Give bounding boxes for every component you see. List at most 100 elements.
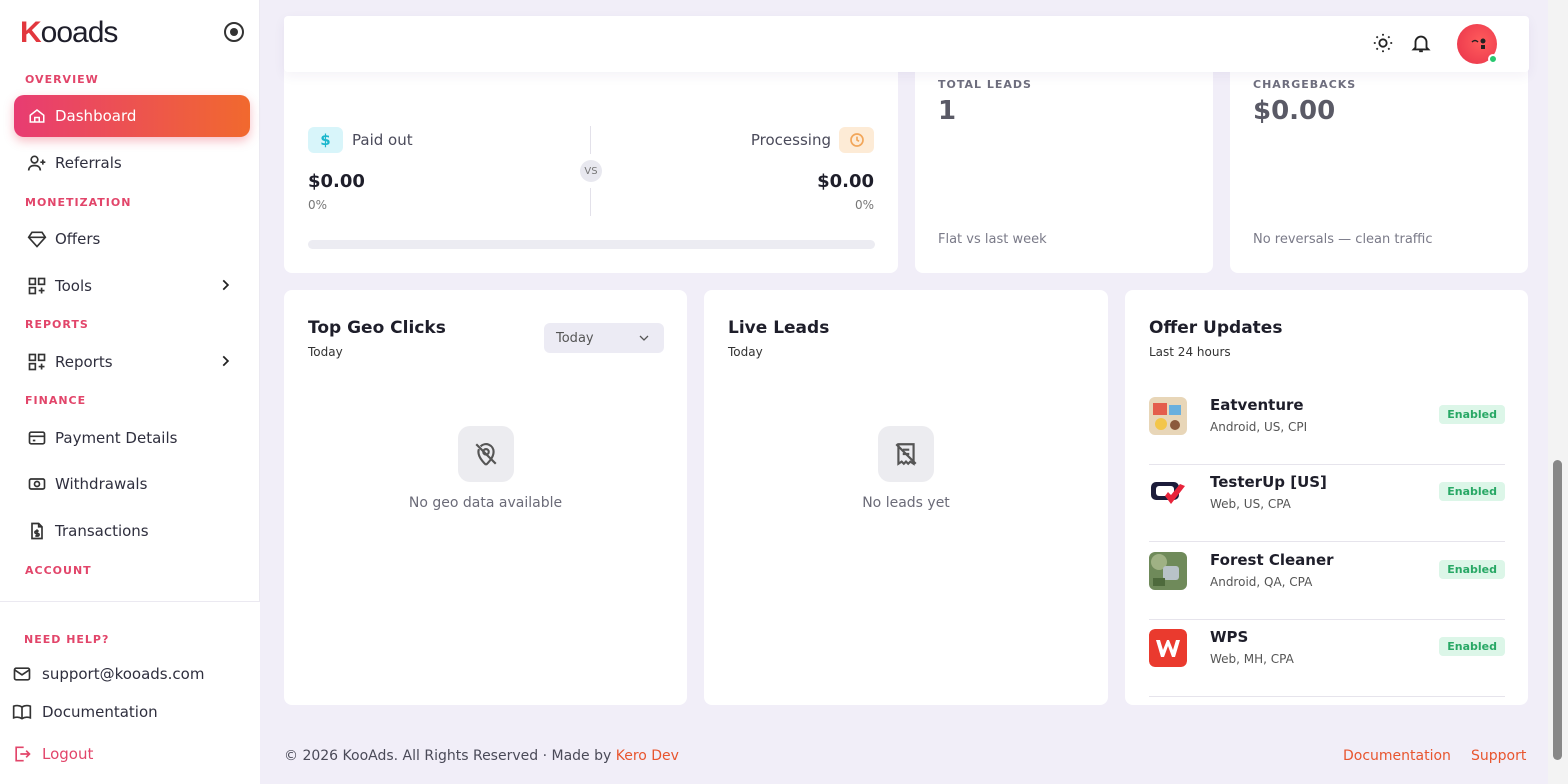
- sidebar-item-label: Withdrawals: [55, 475, 148, 493]
- logout-button[interactable]: Logout: [12, 744, 93, 764]
- paid-out-label: Paid out: [352, 131, 413, 149]
- processing-label: Processing: [750, 131, 831, 149]
- credit-card-icon: [26, 427, 48, 449]
- processing-amount: $0.00: [817, 171, 874, 192]
- sidebar-toggle-button[interactable]: [224, 22, 244, 42]
- avatar-face-icon: [1471, 38, 1486, 49]
- offer-name: Forest Cleaner: [1210, 551, 1334, 569]
- help-label: NEED HELP?: [24, 633, 110, 646]
- theme-toggle-button[interactable]: [1372, 32, 1396, 56]
- chargebacks-label: CHARGEBACKS: [1253, 78, 1357, 91]
- map-pin-off-icon: [458, 426, 514, 482]
- status-badge: Enabled: [1439, 405, 1505, 424]
- live-subtitle: Today: [728, 345, 763, 359]
- section-overview: OVERVIEW: [25, 73, 99, 86]
- diamond-icon: [26, 228, 48, 250]
- chargebacks-card: CHARGEBACKS $0.00 No reversals — clean t…: [1230, 48, 1528, 273]
- offer-row[interactable]: Eatventure Android, US, CPI Enabled: [1149, 388, 1505, 465]
- chevron-right-icon: [218, 278, 232, 296]
- cash-icon: [26, 473, 48, 495]
- notifications-button[interactable]: [1410, 32, 1434, 56]
- logo-k: K: [20, 16, 42, 49]
- geo-title: Top Geo Clicks: [308, 318, 446, 338]
- documentation-label: Documentation: [42, 703, 158, 721]
- user-plus-icon: [26, 152, 48, 174]
- offer-name: TesterUp [US]: [1210, 473, 1327, 491]
- sidebar-item-label: Referrals: [55, 154, 122, 172]
- offer-row[interactable]: TesterUp [US] Web, US, CPA Enabled: [1149, 465, 1505, 542]
- file-dollar-icon: [26, 520, 48, 542]
- book-icon: [12, 702, 34, 722]
- paid-out-amount: $0.00: [308, 171, 365, 192]
- offer-row[interactable]: WPS Web, MH, CPA Enabled: [1149, 620, 1505, 697]
- offers-title: Offer Updates: [1149, 318, 1283, 338]
- offer-name: Eatventure: [1210, 396, 1304, 414]
- section-reports: REPORTS: [25, 318, 89, 331]
- avatar[interactable]: [1457, 24, 1498, 64]
- offer-updates-card: Offer Updates Last 24 hours Eatventure A…: [1125, 290, 1528, 705]
- geo-period-value: Today: [556, 330, 594, 346]
- sidebar-item-withdrawals[interactable]: Withdrawals: [14, 463, 250, 505]
- apps-icon: [26, 351, 48, 373]
- total-leads-label: TOTAL LEADS: [938, 78, 1032, 91]
- payout-progress-bar: [308, 240, 875, 249]
- chargebacks-note: No reversals — clean traffic: [1253, 232, 1433, 247]
- sun-icon: [1373, 33, 1393, 53]
- section-monetization: MONETIZATION: [25, 196, 132, 209]
- top-geo-card: Top Geo Clicks Today Today No geo data a…: [284, 290, 687, 705]
- offer-name: WPS: [1210, 628, 1249, 646]
- offers-subtitle: Last 24 hours: [1149, 345, 1231, 359]
- support-email-link[interactable]: support@kooads.com: [12, 664, 204, 684]
- sidebar-item-referrals[interactable]: Referrals: [14, 142, 250, 184]
- footer-copyright: © 2026 KooAds. All Rights Reserved · Mad…: [284, 748, 679, 764]
- eatventure-thumbnail: [1149, 397, 1187, 435]
- sidebar-item-label: Reports: [55, 353, 113, 371]
- sidebar-item-reports[interactable]: Reports: [14, 341, 250, 383]
- mail-icon: [12, 664, 34, 684]
- geo-period-select[interactable]: Today: [544, 323, 664, 353]
- logo-text: ooads: [40, 16, 119, 49]
- live-leads-card: Live Leads Today No leads yet: [704, 290, 1108, 705]
- sidebar-item-tools[interactable]: Tools: [14, 265, 250, 307]
- testerup-thumbnail: [1149, 474, 1187, 512]
- sidebar: Kooads OVERVIEW Dashboard Referrals MONE…: [0, 0, 260, 784]
- vs-badge: VS: [580, 160, 602, 182]
- sidebar-item-label: Tools: [55, 277, 92, 295]
- divider: [590, 126, 591, 154]
- geo-empty-text: No geo data available: [408, 495, 563, 511]
- sidebar-item-transactions[interactable]: Transactions: [14, 510, 250, 552]
- live-title: Live Leads: [728, 318, 830, 338]
- sidebar-item-dashboard[interactable]: Dashboard: [14, 95, 250, 137]
- divider: [590, 188, 591, 216]
- paid-out-pct: 0%: [308, 198, 328, 212]
- sidebar-item-label: Offers: [55, 230, 101, 248]
- kooads-logo[interactable]: Kooads: [20, 16, 119, 50]
- footer-documentation-link[interactable]: Documentation: [1343, 748, 1451, 764]
- documentation-link[interactable]: Documentation: [12, 702, 158, 722]
- offer-meta: Android, US, CPI: [1210, 420, 1308, 434]
- logout-icon: [12, 744, 34, 764]
- dollar-icon: $: [308, 127, 343, 153]
- online-status-dot: [1488, 54, 1498, 64]
- offer-row[interactable]: Forest Cleaner Android, QA, CPA Enabled: [1149, 543, 1505, 620]
- offer-meta: Web, US, CPA: [1210, 497, 1291, 511]
- total-leads-card: TOTAL LEADS 1 Flat vs last week: [915, 48, 1213, 273]
- scrollbar-thumb[interactable]: [1553, 460, 1562, 760]
- support-email: support@kooads.com: [42, 665, 205, 683]
- page-scrollbar[interactable]: [1548, 0, 1568, 784]
- total-leads-value: 1: [938, 96, 957, 126]
- section-account: ACCOUNT: [25, 564, 92, 577]
- home-icon: [26, 105, 48, 127]
- footer-support-link[interactable]: Support: [1471, 748, 1526, 764]
- top-header: [284, 16, 1529, 72]
- offer-meta: Android, QA, CPA: [1210, 575, 1313, 589]
- offer-meta: Web, MH, CPA: [1210, 652, 1294, 666]
- sidebar-item-offers[interactable]: Offers: [14, 218, 250, 260]
- sidebar-item-payment-details[interactable]: Payment Details: [14, 417, 250, 459]
- chargebacks-value: $0.00: [1253, 96, 1336, 126]
- status-badge: Enabled: [1439, 482, 1505, 501]
- total-leads-note: Flat vs last week: [938, 232, 1047, 247]
- author-link[interactable]: Kero Dev: [616, 748, 679, 764]
- status-badge: Enabled: [1439, 560, 1505, 579]
- sidebar-item-label: Dashboard: [55, 107, 137, 125]
